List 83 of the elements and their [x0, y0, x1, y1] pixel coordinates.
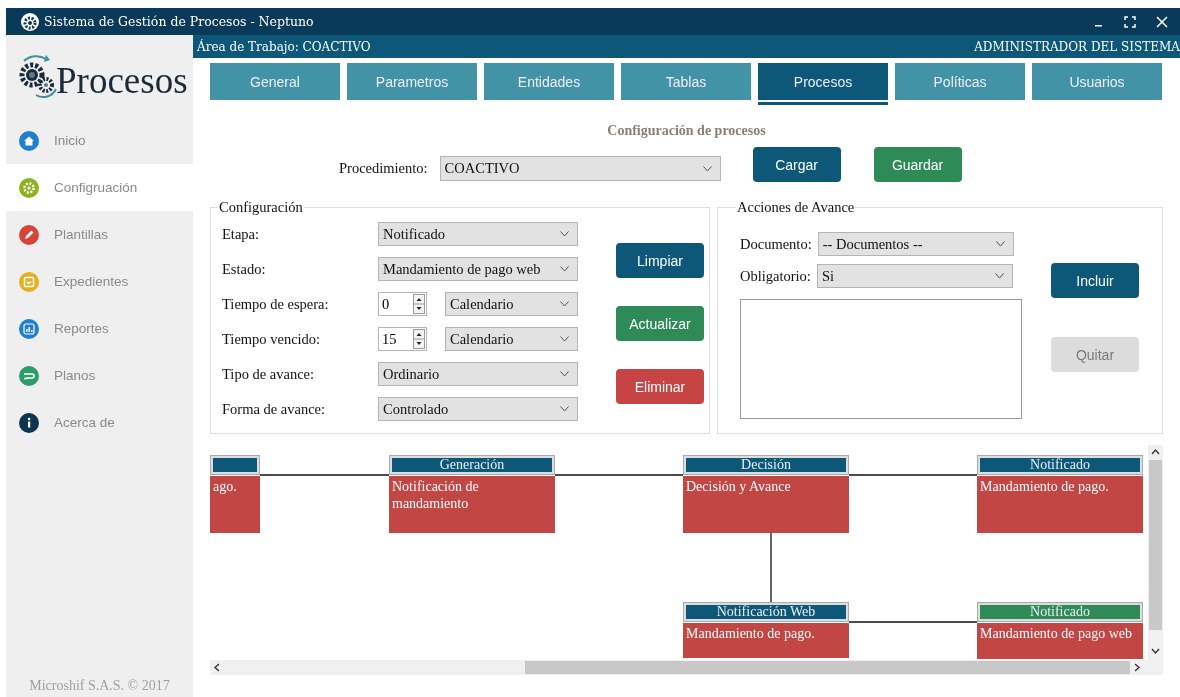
action-button[interactable]: Guardar — [873, 147, 962, 182]
chevron-icon — [702, 165, 712, 172]
maximize-icon[interactable] — [1124, 15, 1136, 28]
chevron-icon — [994, 273, 1004, 279]
tab[interactable]: General — [210, 63, 340, 100]
chevron-icon — [560, 406, 569, 412]
node-header[interactable]: Notificado — [980, 458, 1140, 472]
sidebar-item[interactable]: Plantillas — [6, 211, 193, 258]
vertical-scrollbar[interactable] — [1148, 445, 1163, 660]
chevron-icon — [560, 231, 569, 237]
pencil-icon — [19, 224, 39, 245]
field-label: Tipo de avance: — [222, 365, 316, 383]
logo-text: Procesos — [56, 58, 188, 102]
gear-icon — [19, 177, 39, 198]
home-icon — [19, 130, 39, 151]
tab[interactable]: Usuarios — [1032, 63, 1162, 100]
action-button[interactable]: Actualizar — [616, 306, 704, 341]
action-button[interactable]: Limpiar — [616, 243, 704, 278]
field-label: Obligatorio: — [740, 267, 811, 285]
connector-line — [770, 532, 772, 603]
sidebar-item[interactable]: Inicio — [6, 117, 193, 164]
tab[interactable]: Políticas — [895, 63, 1025, 100]
node-header[interactable]: Generación — [392, 458, 552, 472]
copyright-text: Microshif S.A.S. © 2017 — [28, 678, 171, 695]
chevron-icon — [560, 336, 569, 342]
dropdown[interactable]: -- Documentos -- — [817, 232, 1014, 256]
panel-title: Acciones de Avance — [736, 199, 856, 216]
dropdown[interactable]: Ordinario — [378, 362, 578, 386]
number-spinner[interactable]: 0 — [378, 292, 427, 316]
dropdown[interactable]: Notificado — [378, 222, 578, 246]
chevron-icon — [560, 301, 569, 307]
sidebar-item[interactable]: Configruación — [6, 164, 193, 211]
node-body[interactable]: Mandamiento de pago. — [977, 476, 1143, 533]
tab[interactable]: Tablas — [621, 63, 751, 100]
dropdown[interactable]: Calendario — [445, 327, 578, 351]
spinner-arrows-icon — [413, 329, 425, 349]
dropdown[interactable]: Controlado — [378, 397, 578, 421]
dropdown[interactable]: Calendario — [445, 292, 578, 316]
field-label: Procedimiento: — [339, 160, 428, 177]
node-body[interactable]: Mandamiento de pago web — [977, 623, 1143, 659]
node-body[interactable]: Mandamiento de pago. — [683, 623, 849, 658]
chevron-icon — [560, 371, 569, 377]
inbox-icon — [19, 271, 39, 292]
node-body[interactable]: Notificación de mandamiento — [389, 476, 555, 533]
field-label: Etapa: — [222, 225, 261, 243]
info-icon — [19, 412, 39, 433]
node-header[interactable]: Decisión — [686, 458, 846, 472]
node-header[interactable]: Notificado — [980, 605, 1140, 619]
page-title: Configuración de procesos — [606, 122, 767, 139]
node-header[interactable]: Notificación Web — [686, 605, 846, 619]
node-body[interactable]: Decisión y Avance — [683, 476, 849, 533]
action-button[interactable]: Cargar — [752, 147, 841, 182]
action-button[interactable]: Eliminar — [616, 369, 704, 404]
spinner-arrows-icon — [413, 294, 425, 314]
chevron-icon — [995, 241, 1005, 247]
field-label: Tiempo vencido: — [222, 330, 322, 348]
dropdown[interactable]: Mandamiento de pago web — [378, 257, 578, 281]
panel-title: Configuración — [218, 199, 304, 216]
window-title: Sistema de Gestión de Procesos - Neptuno — [44, 14, 314, 29]
procedure-dropdown[interactable]: COACTIVO — [439, 156, 721, 181]
sidebar-item[interactable]: Acerca de — [6, 399, 193, 446]
field-label: Forma de avance: — [222, 400, 327, 418]
field-label: Tiempo de espera: — [222, 295, 330, 313]
node-body[interactable]: ago. — [210, 476, 260, 533]
user-label: ADMINISTRADOR DEL SISTEMA — [974, 39, 1180, 54]
chevron-icon — [560, 266, 569, 272]
field-label: Estado: — [222, 260, 267, 278]
close-icon[interactable] — [1156, 15, 1168, 28]
horizontal-scrollbar[interactable] — [210, 660, 1163, 675]
workspace-label: Área de Trabajo: COACTIVO — [197, 39, 371, 54]
tab[interactable]: Parametros — [347, 63, 477, 100]
documents-list[interactable] — [740, 299, 1022, 419]
sidebar-item[interactable]: Expedientes — [6, 258, 193, 305]
field-label: Documento: — [740, 235, 812, 253]
tab[interactable]: Entidades — [484, 63, 614, 100]
node-header[interactable] — [213, 458, 257, 472]
sidebar-item[interactable]: Reportes — [6, 305, 193, 352]
number-spinner[interactable]: 15 — [378, 327, 427, 351]
chart-icon — [19, 318, 39, 339]
gear-icon — [20, 11, 40, 32]
action-button[interactable]: Incluir — [1051, 263, 1139, 298]
sidebar-item[interactable]: Planos — [6, 352, 193, 399]
dropdown[interactable]: Si — [816, 264, 1013, 288]
